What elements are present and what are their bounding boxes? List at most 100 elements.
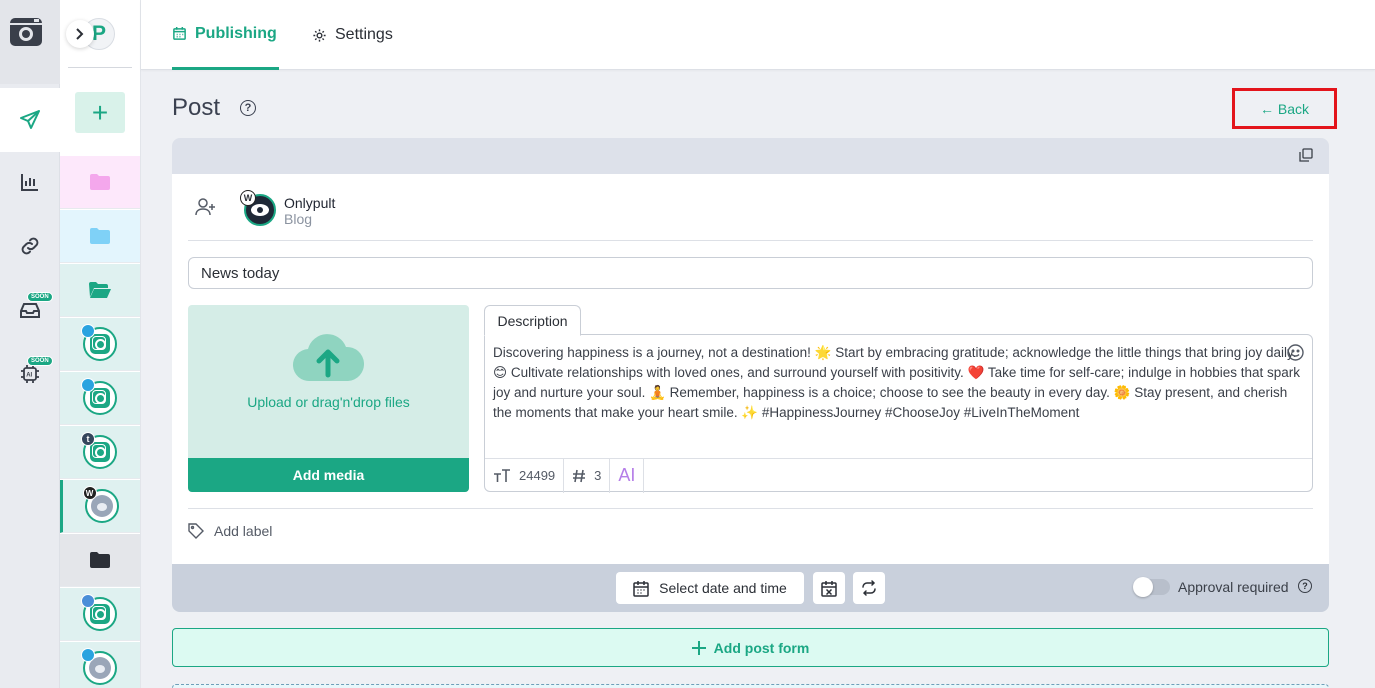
divider: [68, 67, 132, 68]
instagram-icon: [90, 388, 110, 408]
eye-logo-icon: [251, 204, 269, 216]
nav-analytics[interactable]: [0, 150, 60, 214]
account-name: Onlypult: [284, 195, 336, 211]
add-post-form-button[interactable]: Add post form: [172, 628, 1329, 667]
left-nav-rail: SOON AI SOON: [0, 0, 60, 688]
post-card-footer: Select date and time Approval required ?: [172, 564, 1329, 612]
folder-open-teal[interactable]: [60, 264, 140, 317]
wordpress-icon: W: [240, 190, 256, 206]
add-post-form-label: Add post form: [713, 639, 810, 656]
account-instagram-tumblr[interactable]: t: [60, 426, 140, 479]
network-icon: [81, 594, 95, 608]
upload-dropzone[interactable]: Upload or drag'n'drop files Add media: [188, 305, 469, 492]
folder-dark[interactable]: [60, 534, 140, 587]
soon-badge: SOON: [27, 292, 53, 302]
soon-badge: SOON: [27, 356, 53, 366]
app-logo-icon[interactable]: [8, 14, 44, 50]
top-header: Publishing Settings: [141, 0, 1375, 70]
tab-description[interactable]: Description: [484, 305, 581, 336]
help-icon[interactable]: ?: [240, 100, 256, 116]
add-label-text: Add label: [214, 523, 273, 539]
add-account-button[interactable]: +: [75, 92, 125, 133]
instagram-icon: [90, 442, 110, 462]
hashtag-count: 3: [594, 468, 602, 483]
paper-plane-icon: [20, 110, 40, 129]
account-avatar: [81, 324, 117, 361]
divider: [188, 508, 1313, 509]
add-label-button[interactable]: Add label: [188, 523, 272, 539]
help-icon[interactable]: ?: [1298, 579, 1312, 593]
nav-publishing[interactable]: [0, 88, 60, 152]
upload-text: Upload or drag'n'drop files: [247, 394, 410, 410]
tab-publishing[interactable]: Publishing: [172, 0, 279, 70]
folder-icon: [90, 552, 110, 568]
next-dropzone: [172, 684, 1329, 688]
nav-links[interactable]: [0, 214, 60, 278]
account-type: Blog: [284, 211, 313, 227]
calendar-icon: [633, 580, 649, 597]
repeat-icon: [862, 580, 876, 596]
accounts-column: P + t W: [60, 0, 141, 688]
calendar-x-icon: [821, 580, 837, 597]
account-avatar: [81, 648, 117, 685]
tab-publishing-label: Publishing: [195, 24, 277, 42]
add-media-button[interactable]: Add media: [188, 458, 469, 492]
editor-toolbar: 24499 3 AI: [485, 458, 1312, 493]
instagram-icon: [90, 604, 110, 624]
divider: [188, 240, 1313, 241]
select-date-button[interactable]: Select date and time: [616, 572, 804, 604]
copy-icon[interactable]: [1299, 148, 1313, 162]
gear-icon: [313, 28, 326, 42]
tab-settings-label: Settings: [335, 26, 393, 43]
chevron-right-icon: [76, 28, 84, 40]
telegram-icon: [81, 378, 95, 392]
select-date-label: Select date and time: [659, 580, 787, 596]
account-telegram-bear[interactable]: [60, 642, 140, 688]
description-editor[interactable]: Discovering happiness is a journey, not …: [484, 334, 1313, 493]
tag-icon: [188, 523, 204, 539]
calendar-icon: [173, 26, 186, 40]
post-card: W Onlypult Blog Upload or drag'n'drop fi…: [172, 174, 1329, 564]
wordpress-icon: W: [82, 486, 97, 500]
account-instagram-telegram[interactable]: [60, 318, 140, 371]
cloud-upload-icon: [293, 334, 364, 382]
tumblr-icon: t: [81, 432, 95, 446]
nav-ai[interactable]: AI SOON: [0, 342, 60, 406]
char-count: 24499: [519, 468, 556, 483]
ai-assistant-button[interactable]: AI: [610, 458, 645, 493]
account-instagram-other[interactable]: [60, 588, 140, 641]
account-wordpress-selected[interactable]: W: [60, 480, 140, 533]
account-avatar: t: [81, 432, 117, 469]
emoji-icon[interactable]: [1287, 344, 1304, 361]
description-text[interactable]: Discovering happiness is a journey, not …: [493, 343, 1303, 423]
account-avatar: [81, 594, 117, 631]
account-avatar: [81, 378, 117, 415]
link-icon: [21, 237, 39, 255]
tab-settings[interactable]: Settings: [312, 0, 393, 70]
folder-icon: [90, 174, 110, 190]
add-user-icon[interactable]: [194, 196, 216, 218]
post-title-input[interactable]: [188, 257, 1313, 289]
folder-open-icon: [89, 282, 111, 298]
ai-chip-label: AI: [26, 373, 32, 379]
char-counter[interactable]: 24499: [485, 458, 565, 493]
nav-inbox[interactable]: SOON: [0, 278, 60, 342]
folder-pink[interactable]: [60, 156, 140, 209]
collapse-sidebar-button[interactable]: [66, 20, 94, 48]
repeat-button[interactable]: [853, 572, 885, 604]
hashtag-counter[interactable]: 3: [564, 458, 611, 493]
post-card-header: [172, 138, 1329, 174]
bar-chart-icon: [21, 174, 38, 191]
telegram-icon: [81, 648, 95, 662]
blog-account-avatar: W: [240, 190, 276, 226]
clear-date-button[interactable]: [813, 572, 845, 604]
page-title: Post: [172, 94, 221, 121]
folder-icon: [90, 228, 110, 244]
hashtag-icon: [573, 469, 586, 482]
back-button[interactable]: ← Back: [1232, 88, 1337, 129]
approval-toggle[interactable]: [1133, 577, 1170, 597]
folder-blue[interactable]: [60, 210, 140, 263]
account-instagram-telegram-2[interactable]: [60, 372, 140, 425]
account-avatar: W: [82, 486, 119, 523]
text-size-icon: [494, 468, 510, 482]
